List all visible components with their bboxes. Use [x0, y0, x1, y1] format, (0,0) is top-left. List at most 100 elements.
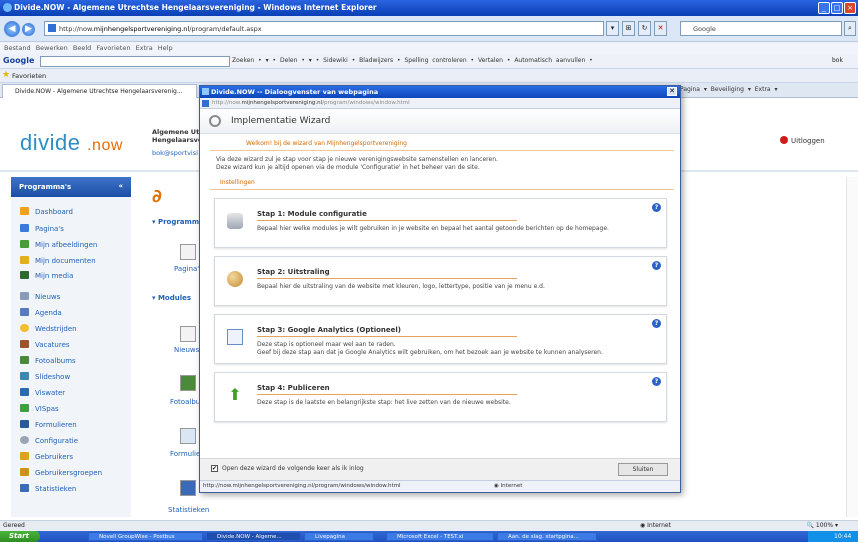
- menu-item-extra[interactable]: Extra: [136, 44, 153, 52]
- forward-icon[interactable]: ▶: [22, 23, 35, 36]
- favorites-label[interactable]: Favorieten: [12, 72, 46, 80]
- sidebar-item-fotoalbums[interactable]: Fotoalbums: [20, 356, 76, 365]
- clock: 10:44: [808, 531, 858, 542]
- sidebar-item-slideshow[interactable]: Slideshow: [20, 372, 70, 381]
- search-input[interactable]: Google: [680, 21, 842, 36]
- sidebar-item-label: Dashboard: [35, 208, 73, 216]
- form-icon[interactable]: [180, 428, 196, 444]
- task-livepagina[interactable]: Livepagina: [304, 532, 374, 541]
- step-2-text: Bepaal hier de uitstraling van de websit…: [257, 283, 545, 290]
- sidebar-item-agenda[interactable]: Agenda: [20, 308, 62, 317]
- menu-item-bestand[interactable]: Bestand: [4, 44, 31, 52]
- step-2-card[interactable]: Stap 2: Uitstraling Bepaal hier de uitst…: [214, 256, 667, 306]
- step-4-title[interactable]: Stap 4: Publiceren: [257, 384, 330, 392]
- google-account[interactable]: bok: [832, 57, 843, 64]
- stats-icon[interactable]: [180, 480, 196, 496]
- sidebar-item-configuratie[interactable]: Configuratie: [20, 436, 78, 445]
- photo-icon: [20, 356, 29, 364]
- sidebar-item-wedstrijden[interactable]: Wedstrijden: [20, 324, 77, 333]
- chevron-icon[interactable]: «: [118, 182, 123, 190]
- start-button[interactable]: Start: [0, 531, 40, 542]
- step-3-title[interactable]: Stap 3: Google Analytics (Optioneel): [257, 326, 401, 334]
- minimize-button[interactable]: _: [818, 2, 830, 14]
- sidebar-item-statistieken[interactable]: Statistieken: [20, 484, 76, 493]
- dialog-close-icon[interactable]: ✕: [667, 87, 677, 96]
- google-toolbar-items[interactable]: Zoeken • ▾ • Delen • ▾ • Sidewiki • Blad…: [232, 57, 593, 64]
- close-window-button[interactable]: ×: [844, 2, 856, 14]
- sidebar-item-dashboard[interactable]: Dashboard: [20, 207, 73, 216]
- address-bar[interactable]: http://now.mijnhengelsportvereniging.nl/…: [44, 21, 604, 36]
- task-excel[interactable]: Microsoft Excel - TEST.xl: [386, 532, 494, 541]
- logout-link[interactable]: Uitloggen: [780, 136, 825, 145]
- open-next-time-checkbox[interactable]: ✔: [211, 465, 218, 472]
- section-programs[interactable]: ▾ Programm: [152, 218, 199, 226]
- stop-icon[interactable]: ✕: [654, 21, 667, 36]
- star-icon[interactable]: ★: [2, 70, 10, 80]
- back-icon[interactable]: ◀: [4, 21, 20, 37]
- step-1-card[interactable]: Stap 1: Module configuratie Bepaal hier …: [214, 198, 667, 248]
- task-startpagina[interactable]: Aan. de slag. startpgina...: [497, 532, 597, 541]
- menu-item-help[interactable]: Help: [158, 44, 173, 52]
- refresh-icon[interactable]: ↻: [638, 21, 651, 36]
- menu-item-favorieten[interactable]: Favorieten: [96, 44, 130, 52]
- task-divide[interactable]: Divide.NOW - Algeme...: [206, 532, 301, 541]
- photo-icon[interactable]: [180, 375, 196, 391]
- section-modules[interactable]: ▾ Modules: [152, 294, 191, 302]
- google-search-input[interactable]: [40, 56, 230, 67]
- sidebar-item-nieuws[interactable]: Nieuws: [20, 292, 60, 301]
- sidebar-item-paginas[interactable]: Pagina's: [20, 224, 64, 233]
- org-email[interactable]: bok@sportvisi: [152, 149, 198, 157]
- water-icon: [20, 388, 29, 396]
- sidebar-item-viswater[interactable]: Viswater: [20, 388, 65, 397]
- step-2-title[interactable]: Stap 2: Uitstraling: [257, 268, 330, 276]
- section-programs-label: Programm: [157, 218, 200, 226]
- command-bar[interactable]: Pagina ▾ Beveiliging ▾ Extra ▾: [680, 86, 778, 93]
- briefcase-icon: [20, 340, 29, 348]
- sidebar-item-label: Viswater: [35, 389, 66, 397]
- help-icon[interactable]: ?: [652, 261, 661, 270]
- close-button[interactable]: Sluiten: [618, 463, 668, 476]
- step-4-card[interactable]: ⬆ Stap 4: Publiceren Deze stap is de laa…: [214, 372, 667, 422]
- help-icon[interactable]: ?: [652, 203, 661, 212]
- step-1-title[interactable]: Stap 1: Module configuratie: [257, 210, 367, 218]
- sidebar-item-label: Gebruikersgroepen: [35, 469, 103, 477]
- tab-active[interactable]: Divide.NOW - Algemene Utrechtse Hengelaa…: [2, 84, 197, 98]
- dropdown-icon[interactable]: ▾: [606, 21, 619, 36]
- checkbox-label[interactable]: Open deze wizard de volgende keer als ik…: [222, 465, 364, 472]
- sidebar-item-gebruikersgroepen[interactable]: Gebruikersgroepen: [20, 468, 102, 477]
- zone-label: Internet: [647, 522, 671, 529]
- settings-label: Instellingen: [220, 179, 255, 186]
- sidebar-item-vispas[interactable]: VISpas: [20, 404, 59, 413]
- compat-icon[interactable]: ⊞: [622, 21, 635, 36]
- scrollbar[interactable]: [846, 177, 858, 517]
- news-icon[interactable]: [180, 326, 196, 342]
- help-icon[interactable]: ?: [652, 377, 661, 386]
- sidebar-item-formulieren[interactable]: Formulieren: [20, 420, 77, 429]
- pages-icon[interactable]: [180, 244, 196, 260]
- stats-label[interactable]: Statistieken: [168, 506, 209, 514]
- sidebar-title: Programma's: [19, 183, 72, 191]
- window-title: Divide.NOW - Algemene Utrechtse Hengelaa…: [14, 3, 377, 12]
- task-groupwise[interactable]: Novell GroupWise - Postbus: [88, 532, 203, 541]
- menu-item-beeld[interactable]: Beeld: [73, 44, 91, 52]
- window-title-bar: Divide.NOW - Algemene Utrechtse Hengelaa…: [0, 0, 858, 16]
- search-icon[interactable]: ⌕: [844, 21, 856, 36]
- sidebar-item-documenten[interactable]: Mijn documenten: [20, 256, 96, 265]
- sidebar-header[interactable]: Programma's «: [11, 177, 131, 197]
- news-label[interactable]: Nieuws: [174, 346, 199, 354]
- sidebar-item-gebruikers[interactable]: Gebruikers: [20, 452, 73, 461]
- maximize-button[interactable]: □: [831, 2, 843, 14]
- sidebar-item-media[interactable]: Mijn media: [20, 271, 73, 280]
- dialog-title-bar: Divide.NOW -- Dialoogvenster van webpagi…: [200, 86, 680, 98]
- dialog-status-zone: ◉ Internet: [494, 483, 523, 489]
- menu-item-bewerken[interactable]: Bewerken: [36, 44, 68, 52]
- zoom-control[interactable]: 🔍 100% ▾: [807, 522, 838, 529]
- user-icon: [20, 452, 29, 460]
- help-icon[interactable]: ?: [652, 319, 661, 328]
- sidebar-item-vacatures[interactable]: Vacatures: [20, 340, 70, 349]
- sidebar-item-afbeeldingen[interactable]: Mijn afbeeldingen: [20, 240, 97, 249]
- ie-icon: [3, 3, 12, 12]
- sidebar-item-label: Statistieken: [35, 485, 77, 493]
- wizard-header: Implementatie Wizard: [200, 109, 680, 134]
- step-3-card[interactable]: Stap 3: Google Analytics (Optioneel) Dez…: [214, 314, 667, 364]
